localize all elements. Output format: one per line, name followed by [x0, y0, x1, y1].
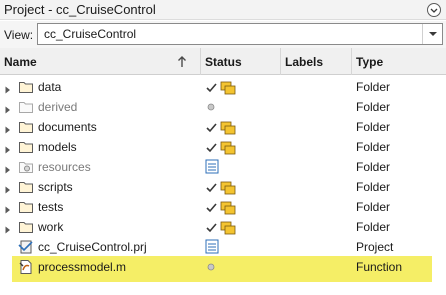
prj-file-icon: [18, 239, 34, 255]
row-type: Function: [356, 260, 403, 274]
expand-arrow-icon[interactable]: [5, 183, 11, 194]
sort-ascending-icon[interactable]: [177, 56, 187, 68]
table-row[interactable]: scripts Folder: [0, 177, 446, 197]
column-header-type[interactable]: Type: [352, 48, 446, 75]
chevron-down-icon[interactable]: [422, 24, 442, 44]
folder-icon: [18, 119, 34, 135]
table-row[interactable]: tests Folder: [0, 197, 446, 217]
row-type: Folder: [356, 100, 391, 114]
row-type: Folder: [356, 160, 391, 174]
project-resource-icon: [205, 158, 239, 176]
column-header-name[interactable]: Name: [0, 48, 201, 75]
dot-icon: [205, 98, 239, 116]
table-row[interactable]: processmodel.m Function: [0, 257, 446, 277]
title-bar: Project - cc_CruiseControl: [0, 0, 446, 20]
table-row[interactable]: derived Folder: [0, 97, 446, 117]
folder-icon: [18, 79, 34, 95]
folder-faded-icon: [18, 99, 34, 115]
check-folder-icon: [205, 118, 239, 136]
project-resource-icon: [205, 238, 239, 256]
row-name: scripts: [38, 180, 73, 194]
table-row[interactable]: documents Folder: [0, 117, 446, 137]
check-folder-icon: [205, 138, 239, 156]
table-row[interactable]: resources Folder: [0, 157, 446, 177]
expand-arrow-icon[interactable]: [5, 143, 11, 154]
folder-icon: [18, 179, 34, 195]
expand-arrow-icon[interactable]: [5, 103, 11, 114]
row-name: documents: [38, 120, 97, 134]
column-header-status-label: Status: [205, 55, 242, 69]
row-name: models: [38, 140, 77, 154]
row-name: resources: [38, 160, 91, 174]
table-row[interactable]: work Folder: [0, 217, 446, 237]
table-row[interactable]: data Folder: [0, 77, 446, 97]
row-type: Folder: [356, 220, 391, 234]
view-selector-row: View: cc_CruiseControl: [0, 21, 446, 48]
column-header-labels[interactable]: Labels: [281, 48, 352, 75]
row-name: work: [38, 220, 64, 234]
check-folder-icon: [205, 198, 239, 216]
table-row[interactable]: cc_CruiseControl.prj Project: [0, 237, 446, 257]
mfile-icon: [18, 259, 34, 275]
view-dropdown-value: cc_CruiseControl: [44, 27, 137, 41]
row-type: Project: [356, 240, 394, 254]
column-header-status[interactable]: Status: [201, 48, 281, 75]
folder-icon: [18, 199, 34, 215]
row-type: Folder: [356, 200, 391, 214]
column-header-name-label: Name: [4, 55, 37, 69]
folder-gear-icon: [18, 159, 34, 175]
row-type: Folder: [356, 140, 391, 154]
expand-arrow-icon[interactable]: [5, 163, 11, 174]
table-row[interactable]: models Folder: [0, 137, 446, 157]
folder-icon: [18, 139, 34, 155]
expand-arrow-icon[interactable]: [5, 83, 11, 94]
check-folder-icon: [205, 78, 239, 96]
table-header: Name Status Labels Type: [0, 48, 446, 75]
row-type: Folder: [356, 180, 391, 194]
row-name: cc_CruiseControl.prj: [38, 240, 147, 254]
expand-arrow-icon[interactable]: [5, 123, 11, 134]
row-type: Folder: [356, 120, 391, 134]
panel-menu-icon[interactable]: [426, 3, 442, 17]
view-dropdown[interactable]: cc_CruiseControl: [37, 23, 443, 45]
row-type: Folder: [356, 80, 391, 94]
expand-arrow-icon[interactable]: [5, 223, 11, 234]
window-title: Project - cc_CruiseControl: [4, 2, 156, 17]
view-label: View:: [4, 28, 34, 42]
folder-icon: [18, 219, 34, 235]
dot-icon: [205, 258, 239, 276]
row-name: data: [38, 80, 62, 94]
row-name: tests: [38, 200, 64, 214]
column-header-labels-label: Labels: [285, 55, 324, 69]
row-name: derived: [38, 100, 78, 114]
row-name: processmodel.m: [38, 260, 127, 274]
check-folder-icon: [205, 218, 239, 236]
check-folder-icon: [205, 178, 239, 196]
column-header-type-label: Type: [356, 55, 384, 69]
expand-arrow-icon[interactable]: [5, 203, 11, 214]
